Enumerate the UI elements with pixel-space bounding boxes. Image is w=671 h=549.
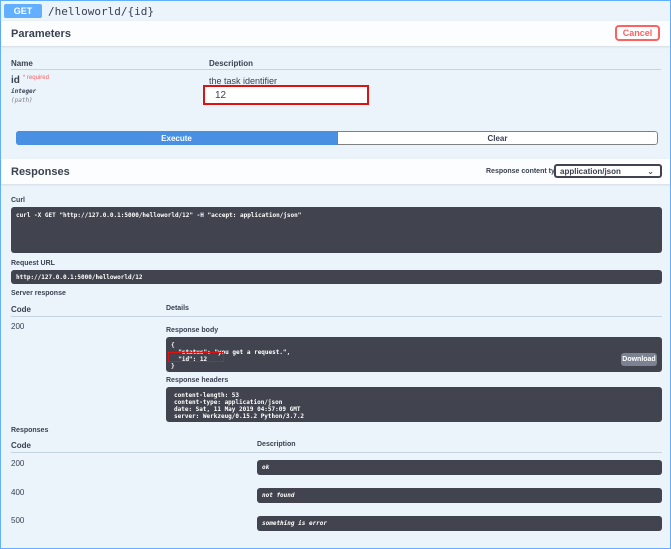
parameters-header: Parameters Cancel: [1, 21, 670, 46]
doc-response-description: something is error: [257, 516, 662, 531]
content-type-select[interactable]: application/json ⌄: [554, 164, 662, 178]
curl-block[interactable]: curl -X GET "http://127.0.0.1:5000/hello…: [11, 207, 662, 253]
operation-path: /helloworld/{id}: [48, 5, 154, 18]
curl-label: Curl: [11, 197, 25, 204]
response-header-line: server: Werkzeug/0.15.2 Python/3.7.2: [174, 413, 305, 420]
doc-response-code: 500: [11, 516, 25, 525]
response-body-block[interactable]: { "status": "you get a request.", "id": …: [166, 337, 662, 372]
server-response-label: Server response: [11, 290, 66, 297]
responses-title: Responses: [11, 165, 70, 178]
execute-button[interactable]: Execute: [16, 131, 337, 145]
chevron-down-icon: ⌄: [647, 167, 654, 176]
server-divider: [11, 316, 662, 317]
param-name-text: id: [11, 75, 20, 86]
response-header-line: content-length: 53: [174, 392, 240, 399]
required-marker: * required: [22, 75, 49, 81]
id-input[interactable]: 12: [203, 85, 369, 105]
server-col-code: Code: [11, 305, 31, 314]
http-method-badge: GET: [4, 4, 42, 18]
response-header-line: date: Sat, 11 May 2019 04:57:09 GMT: [174, 406, 301, 413]
response-headers-label: Response headers: [166, 377, 229, 384]
request-url-block[interactable]: http://127.0.0.1:5000/helloworld/12: [11, 270, 662, 284]
doc-col-description: Description: [257, 441, 296, 448]
doc-response-description: not found: [257, 488, 662, 503]
documented-responses-label: Responses: [11, 427, 49, 434]
request-url-value: http://127.0.0.1:5000/helloworld/12: [16, 274, 143, 281]
param-divider: [11, 69, 661, 70]
param-location: (path): [11, 97, 33, 104]
response-body-line: {: [171, 342, 175, 349]
doc-col-code: Code: [11, 441, 31, 450]
param-name: id * required: [11, 75, 49, 86]
doc-response-description-text: ok: [262, 464, 270, 471]
server-response-code: 200: [11, 322, 25, 331]
doc-response-code: 400: [11, 488, 25, 497]
response-header-line: content-type: application/json: [174, 399, 283, 406]
highlight-box: [168, 352, 224, 362]
param-col-description: Description: [209, 59, 254, 68]
server-col-details: Details: [166, 305, 189, 312]
content-type-value: application/json: [560, 166, 621, 176]
curl-command: curl -X GET "http://127.0.0.1:5000/hello…: [16, 212, 302, 219]
doc-response-description-text: something is error: [262, 520, 328, 527]
response-body-label: Response body: [166, 327, 219, 334]
param-type: integer: [11, 88, 37, 95]
response-headers-block[interactable]: content-length: 53 content-type: applica…: [166, 387, 662, 422]
doc-response-code: 200: [11, 459, 25, 468]
operation-summary[interactable]: GET /helloworld/{id}: [1, 1, 670, 21]
download-button[interactable]: Download: [621, 353, 657, 366]
parameters-title: Parameters: [11, 27, 71, 40]
doc-divider: [11, 452, 662, 453]
param-col-name: Name: [11, 59, 33, 68]
request-url-label: Request URL: [11, 260, 55, 267]
execute-actions: Execute Clear: [16, 131, 658, 145]
doc-response-description: ok: [257, 460, 662, 475]
doc-response-description-text: not found: [262, 492, 295, 499]
content-type-label: Response content type: [486, 168, 564, 175]
operation-panel: GET /helloworld/{id} Parameters Cancel N…: [0, 0, 671, 549]
clear-button[interactable]: Clear: [337, 131, 658, 145]
cancel-button[interactable]: Cancel: [615, 25, 660, 41]
response-body-line: }: [171, 363, 175, 370]
